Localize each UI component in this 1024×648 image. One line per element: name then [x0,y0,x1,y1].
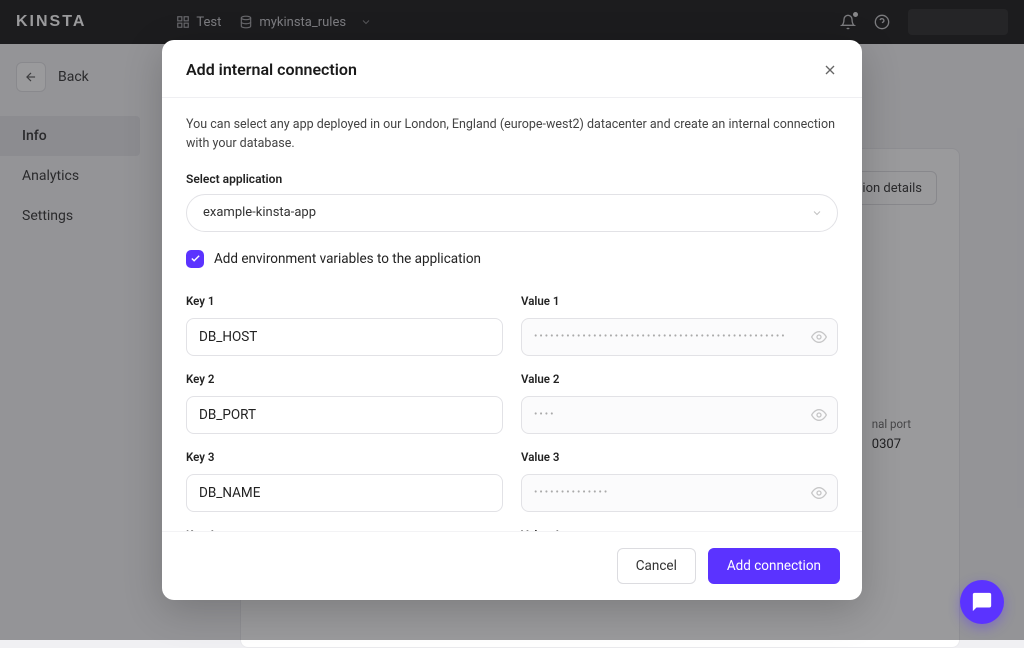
add-connection-button[interactable]: Add connection [708,548,840,584]
check-icon [190,253,201,264]
select-application-label: Select application [186,172,838,186]
key-input-1[interactable]: DB_HOST [186,318,503,356]
key-label: Key 3 [186,450,503,464]
add-env-vars-checkbox[interactable] [186,250,204,268]
eye-icon[interactable] [811,407,827,423]
key-input-3[interactable]: DB_NAME [186,474,503,512]
value-input-3[interactable]: •••••••••••••• [521,474,838,512]
select-application-value: example-kinsta-app [203,205,316,220]
key-input-2[interactable]: DB_PORT [186,396,503,434]
key-label: Key 2 [186,372,503,386]
modal-overlay: Add internal connection You can select a… [0,0,1024,640]
chevron-down-icon [811,207,823,219]
chat-fab[interactable] [960,580,1004,624]
value-input-1[interactable]: ••••••••••••••••••••••••••••••••••••••••… [521,318,838,356]
add-env-vars-label: Add environment variables to the applica… [214,251,481,267]
modal: Add internal connection You can select a… [162,40,862,600]
close-icon[interactable] [822,62,838,78]
cancel-button[interactable]: Cancel [617,548,696,584]
chat-icon [971,591,993,613]
env-vars-grid: Key 1 Value 1 DB_HOST ••••••••••••••••••… [186,284,838,532]
modal-intro: You can select any app deployed in our L… [186,116,838,154]
eye-icon[interactable] [811,485,827,501]
value-label: Value 3 [521,450,838,464]
value-label: Value 2 [521,372,838,386]
select-application[interactable]: example-kinsta-app [186,194,838,232]
value-label: Value 1 [521,294,838,308]
eye-icon[interactable] [811,329,827,345]
key-label: Key 1 [186,294,503,308]
modal-title: Add internal connection [186,60,822,79]
value-input-2[interactable]: •••• [521,396,838,434]
